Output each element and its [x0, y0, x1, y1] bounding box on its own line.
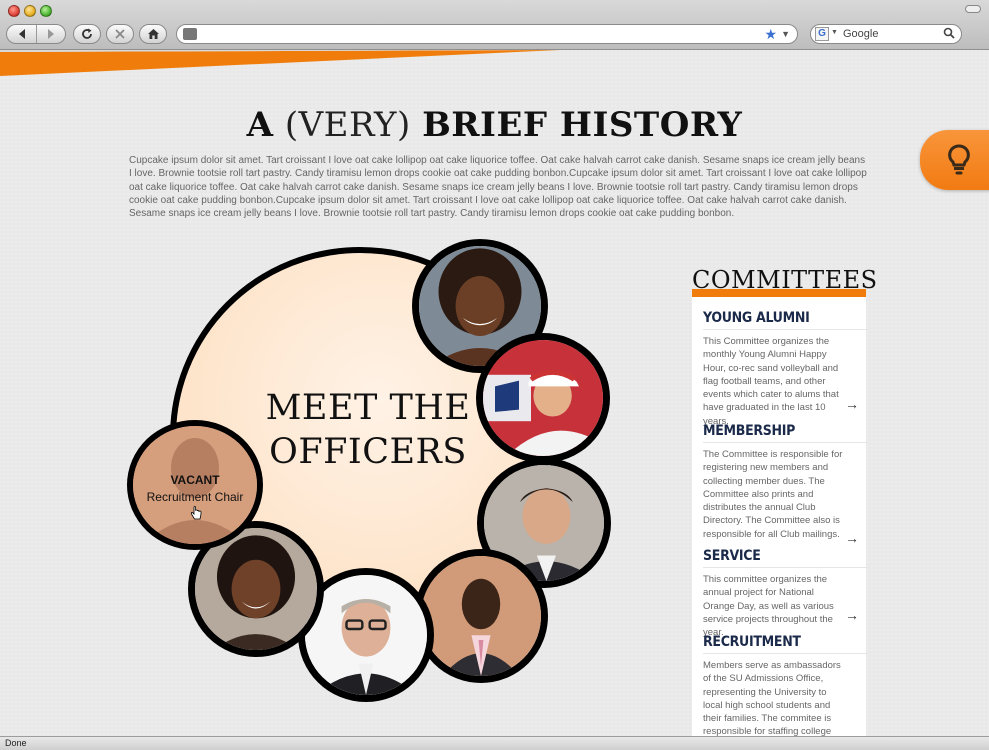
lightbulb-icon	[948, 144, 970, 175]
officer-photo-4[interactable]	[414, 549, 548, 683]
officer-photo-2[interactable]	[476, 333, 610, 463]
hand-cursor-icon	[190, 506, 202, 520]
committee-description: This Committee organizes the monthly You…	[703, 336, 839, 427]
back-button[interactable]	[10, 25, 36, 43]
committee-membership: MEMBERSHIP The Committee is responsible …	[703, 423, 869, 546]
committees-accent-bar	[692, 289, 866, 297]
status-bar: Done	[0, 736, 989, 750]
committee-name[interactable]: SERVICE	[703, 548, 869, 568]
reload-button[interactable]	[73, 24, 101, 44]
reload-icon	[82, 28, 92, 39]
committee-description: The Committee is responsible for registe…	[703, 449, 843, 540]
vacant-officer-circle[interactable]: VACANT Recruitment Chair	[127, 420, 263, 550]
zoom-window-button[interactable]	[40, 5, 52, 17]
committee-name[interactable]: MEMBERSHIP	[703, 423, 869, 443]
bookmark-star-icon[interactable]: ★	[764, 26, 777, 43]
intro-paragraph: Cupcake ipsum dolor sit amet. Tart crois…	[129, 155, 867, 220]
site-icon	[183, 28, 197, 40]
minimize-window-button[interactable]	[24, 5, 36, 17]
home-icon	[147, 29, 159, 39]
lightbulb-tab[interactable]	[920, 130, 989, 190]
vacant-role: Recruitment Chair	[146, 490, 244, 504]
committee-young-alumni: YOUNG ALUMNI This Committee organizes th…	[703, 310, 869, 428]
committee-name[interactable]: YOUNG ALUMNI	[703, 310, 869, 330]
committee-recruitment: RECRUITMENT Members serve as ambassadors…	[703, 634, 869, 736]
title-part-a: A	[246, 105, 274, 145]
search-icon[interactable]	[943, 27, 955, 39]
title-part-very: (VERY)	[284, 105, 411, 145]
vacant-label: VACANT	[170, 473, 220, 487]
orange-stripe-decoration	[0, 50, 560, 76]
arrow-right-icon[interactable]: →	[845, 607, 859, 623]
committee-name[interactable]: RECRUITMENT	[703, 634, 869, 654]
stop-icon	[115, 29, 125, 39]
search-placeholder: Google	[843, 28, 879, 40]
officers-heading-line2: OFFICERS	[269, 432, 467, 472]
page-title: A (VERY) BRIEF HISTORY	[0, 105, 989, 145]
search-input[interactable]: G ▼ Google	[810, 24, 962, 44]
committee-description: This committee organizes the annual proj…	[703, 574, 834, 639]
arrow-right-icon[interactable]: →	[845, 530, 859, 546]
committees-panel: YOUNG ALUMNI This Committee organizes th…	[692, 297, 869, 736]
arrow-right-icon[interactable]: →	[845, 396, 859, 412]
home-button[interactable]	[139, 24, 167, 44]
forward-button[interactable]	[36, 25, 62, 43]
officers-heading-line1: MEET THE	[265, 388, 471, 428]
committee-description: Members serve as ambassadors of the SU A…	[703, 660, 841, 736]
page-content: A (VERY) BRIEF HISTORY Cupcake ipsum dol…	[0, 50, 989, 736]
title-part-rest: BRIEF HISTORY	[422, 105, 743, 145]
google-engine-icon[interactable]: G	[815, 27, 829, 41]
back-arrow-icon	[19, 29, 25, 39]
forward-arrow-icon	[47, 29, 54, 39]
browser-toolbar: ★ ▼ G ▼ Google	[0, 0, 989, 50]
chevron-down-icon[interactable]: ▼	[781, 29, 790, 39]
toolbar-toggle-button[interactable]	[965, 5, 981, 13]
engine-dropdown-icon[interactable]: ▼	[831, 29, 838, 36]
stop-button[interactable]	[106, 24, 134, 44]
committee-service: SERVICE This committee organizes the ann…	[703, 548, 869, 639]
officers-heading: MEET THE OFFICERS	[248, 386, 488, 474]
back-forward-buttons	[6, 24, 66, 44]
address-bar[interactable]: ★ ▼	[176, 24, 798, 44]
close-window-button[interactable]	[8, 5, 20, 17]
